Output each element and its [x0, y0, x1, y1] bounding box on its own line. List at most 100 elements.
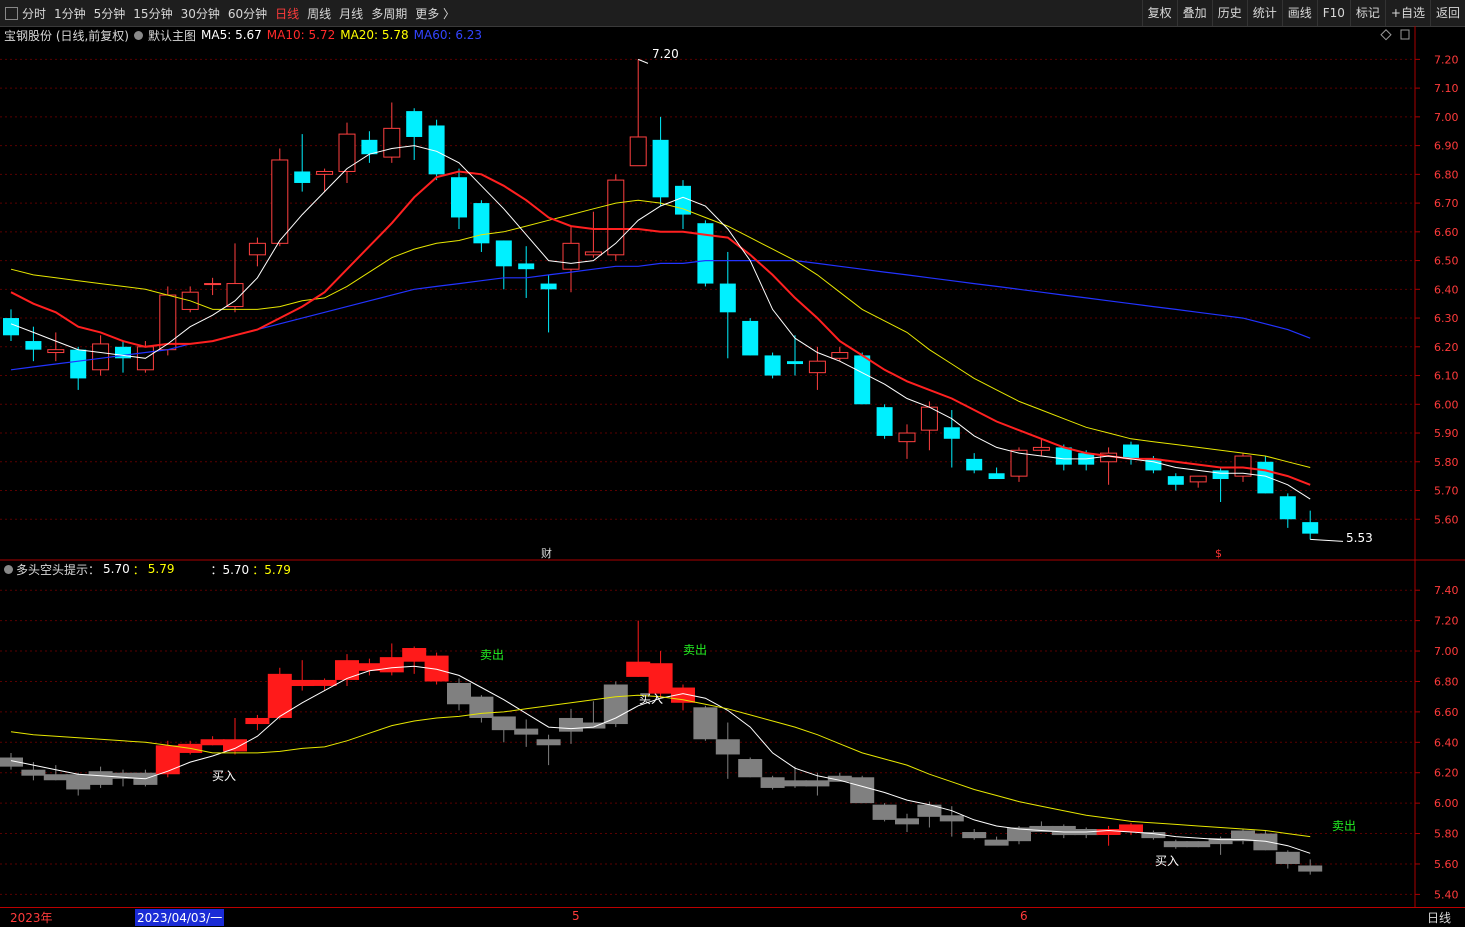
signal-block	[1275, 851, 1300, 864]
dividend-marker[interactable]: $	[1215, 547, 1222, 560]
signal-block	[312, 679, 337, 686]
main-axis-label: 6.00	[1434, 398, 1459, 411]
signal-block	[1186, 841, 1211, 848]
signal-block	[21, 769, 46, 776]
candle-body	[92, 343, 110, 371]
sub-axis-label: 7.20	[1434, 615, 1459, 628]
candle-body	[338, 133, 356, 172]
ma20-line	[10, 199, 1311, 468]
candle-body	[876, 407, 893, 436]
low-pointer	[1310, 538, 1344, 542]
main-axis-label: 5.70	[1434, 485, 1459, 498]
period-label[interactable]: 日线	[1427, 909, 1451, 926]
signal-block	[66, 774, 91, 790]
candle-body	[204, 283, 222, 286]
signal-block	[715, 739, 740, 755]
candle-body	[898, 432, 916, 443]
main-axis-label: 6.20	[1434, 341, 1459, 354]
signal-block	[447, 682, 471, 705]
sell-signal-2: 卖出	[683, 643, 707, 657]
candle-body	[540, 283, 557, 290]
financial-report-marker[interactable]: 财	[541, 546, 552, 560]
candle-body	[966, 458, 983, 471]
signal-block	[379, 657, 404, 673]
signal-block	[559, 717, 583, 732]
main-axis-label: 6.60	[1434, 226, 1459, 239]
candle-body	[25, 341, 42, 350]
signal-block	[245, 717, 270, 725]
candle-body	[697, 223, 714, 284]
month-6-label: 6	[1020, 909, 1028, 923]
candle-body	[562, 242, 580, 270]
candle-body	[1302, 522, 1319, 534]
signal-block	[962, 832, 987, 839]
sub-axis-label: 7.00	[1434, 645, 1459, 658]
candle-body	[988, 473, 1005, 480]
candle-body	[518, 263, 535, 270]
sub-axis-label: 5.80	[1434, 828, 1459, 841]
candle-body	[787, 361, 803, 365]
signal-block	[514, 728, 539, 735]
candle-body	[1055, 447, 1072, 465]
signal-block	[223, 739, 247, 752]
sub-axis-label: 5.60	[1434, 858, 1459, 871]
candle-body	[1279, 496, 1296, 520]
signal-block	[1096, 828, 1121, 835]
main-axis-label: 6.70	[1434, 197, 1459, 210]
candle-body	[473, 203, 490, 244]
ma60-line	[10, 260, 1311, 371]
candle-body	[3, 318, 19, 336]
candle-body	[831, 352, 849, 359]
candle-body	[159, 294, 177, 351]
candle-body	[943, 427, 960, 439]
main-axis-label: 5.90	[1434, 427, 1459, 440]
buy-signal-2: 买入	[639, 692, 663, 706]
candle-body	[1212, 470, 1229, 480]
signal-block	[290, 679, 315, 687]
signal-block	[1163, 841, 1188, 848]
signal-block	[626, 661, 651, 677]
main-axis-label: 7.20	[1434, 53, 1459, 66]
candle-body	[629, 136, 647, 167]
main-axis-label: 7.00	[1434, 111, 1459, 124]
year-label: 2023年	[10, 911, 53, 925]
sub-axis-label: 5.40	[1434, 888, 1459, 901]
candle-body	[1032, 446, 1050, 451]
high-price-label: 7.20	[652, 47, 679, 61]
candle-body	[1189, 475, 1207, 483]
sell-signal-1: 卖出	[480, 648, 504, 662]
signal-block	[850, 777, 875, 804]
low-price-label: 5.53	[1346, 531, 1373, 545]
signal-block	[491, 716, 516, 731]
candle-body	[1257, 461, 1274, 494]
stock-chart[interactable]: 7.20 7.10 7.00 6.90 6.80 6.70 6.60 6.50 6.40 6.30…	[0, 0, 1465, 926]
candle-body	[451, 177, 467, 218]
sub-axis-label: 6.60	[1434, 706, 1459, 719]
candle-body	[652, 139, 669, 198]
signal-block	[200, 739, 225, 746]
main-axis-label: 5.80	[1434, 456, 1459, 469]
candle-body	[70, 349, 87, 379]
diamond-icon[interactable]	[1380, 29, 1392, 41]
high-pointer	[638, 58, 649, 64]
candle-body	[495, 240, 512, 267]
sub-axis-label: 6.20	[1434, 767, 1459, 780]
candle-body	[1167, 476, 1184, 485]
main-axis-label: 6.40	[1434, 283, 1459, 296]
candle-body	[719, 283, 736, 313]
sub-ma20-line	[10, 694, 1311, 838]
candle-body	[383, 127, 401, 158]
signal-block	[1253, 833, 1278, 851]
signal-block	[895, 818, 919, 825]
signal-block	[88, 771, 113, 785]
signal-block	[155, 745, 180, 775]
panel-maximize-icon[interactable]	[1400, 29, 1410, 40]
candle-body	[294, 171, 311, 183]
main-axis-label: 6.50	[1434, 255, 1459, 268]
main-axis-label: 7.10	[1434, 82, 1459, 95]
signal-block	[1051, 825, 1076, 836]
sub-axis-label: 6.80	[1434, 675, 1459, 688]
signal-block	[43, 774, 68, 781]
signal-block	[1298, 865, 1323, 872]
sub-axis-label: 6.00	[1434, 797, 1459, 810]
